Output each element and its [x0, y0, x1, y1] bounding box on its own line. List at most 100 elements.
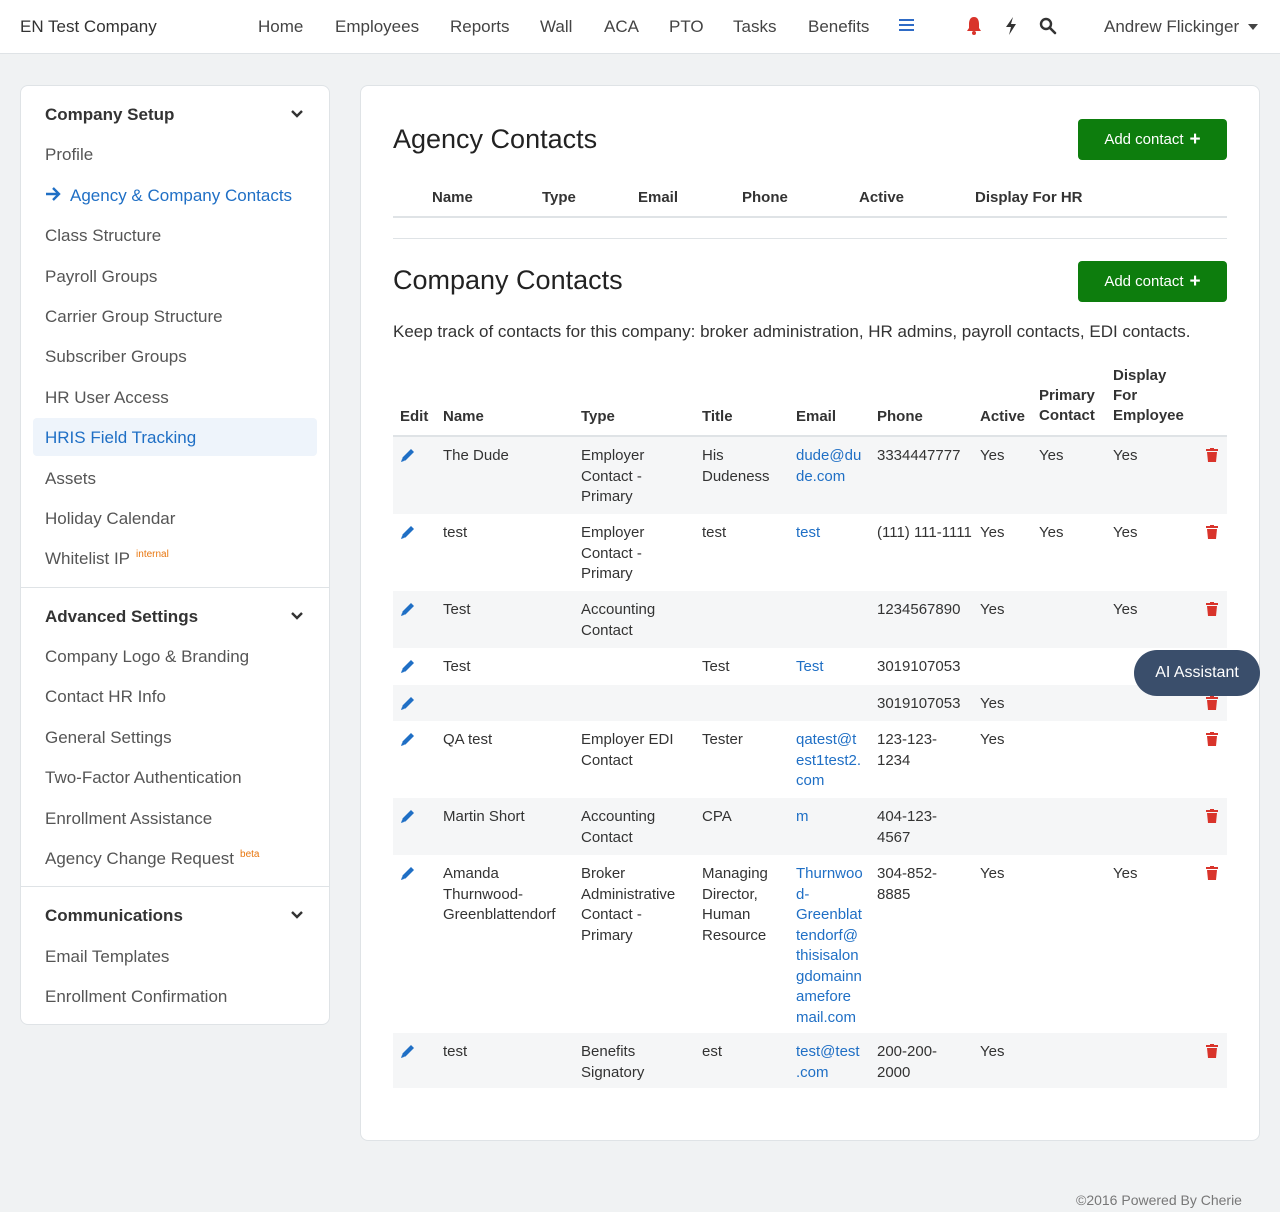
cell-name: Test — [443, 657, 471, 678]
pencil-icon[interactable] — [400, 524, 416, 540]
pencil-icon[interactable] — [400, 731, 416, 747]
pencil-icon[interactable] — [400, 658, 416, 674]
header-active[interactable]: Active — [980, 407, 1025, 427]
header-title[interactable]: Title — [702, 407, 733, 427]
add-company-contact-button[interactable]: Add contact + — [1078, 261, 1227, 302]
pencil-icon[interactable] — [400, 1043, 416, 1059]
trash-icon[interactable] — [1206, 448, 1218, 462]
sidebar-item-company-logo-branding[interactable]: Company Logo & Branding — [45, 647, 249, 667]
sidebar-item-assets[interactable]: Assets — [45, 469, 96, 489]
cell-name: Test — [443, 600, 471, 621]
cell-line: com — [796, 772, 825, 789]
cell-primary-contact: Yes — [1039, 524, 1064, 541]
cell-active: Yes — [980, 447, 1005, 464]
trash-icon[interactable] — [1206, 525, 1218, 539]
cell-line: thisisalon — [796, 947, 859, 964]
trash-icon[interactable] — [1206, 809, 1218, 823]
trash-icon[interactable] — [1206, 866, 1218, 880]
agency-header-phone[interactable]: Phone — [742, 188, 788, 208]
trash-icon[interactable] — [1206, 1044, 1218, 1058]
sidebar-item-carrier-group-structure[interactable]: Carrier Group Structure — [45, 307, 223, 327]
cell-type: Employer Contact - Primary — [581, 446, 644, 508]
sidebar-item-two-factor-authentication[interactable]: Two-Factor Authentication — [45, 768, 242, 788]
trash-icon[interactable] — [1206, 602, 1218, 616]
cell-email[interactable]: dude@du de.com — [796, 446, 861, 487]
pencil-icon[interactable] — [400, 808, 416, 824]
header-email[interactable]: Email — [796, 407, 836, 427]
top-nav: EN Test Company Home Employees Reports W… — [0, 0, 1280, 54]
section-advanced-settings[interactable]: Advanced Settings — [45, 607, 198, 627]
nav-pto[interactable]: PTO — [669, 17, 704, 37]
add-agency-contact-button[interactable]: Add contact + — [1078, 119, 1227, 160]
caret-down-icon[interactable] — [1248, 24, 1258, 30]
search-icon[interactable] — [1039, 16, 1057, 36]
pencil-icon[interactable] — [400, 447, 416, 463]
ai-assistant-button[interactable]: AI Assistant — [1134, 650, 1260, 696]
nav-home[interactable]: Home — [258, 17, 303, 37]
header-name[interactable]: Name — [443, 407, 484, 427]
sidebar-item-agency-company-contacts[interactable]: Agency & Company Contacts — [70, 186, 292, 206]
trash-icon[interactable] — [1206, 732, 1218, 746]
cell-line: est1test2. — [796, 751, 862, 769]
cell-email[interactable]: Thurnwoo d- Greenblat tendorf@ thisisalon gdo… — [796, 864, 863, 1028]
cell-line: Contact — [581, 621, 633, 639]
cell-display-for-employee: Yes — [1113, 601, 1138, 618]
cell-line: gdomainn — [796, 967, 862, 985]
chevron-down-icon[interactable] — [291, 110, 303, 118]
menu-icon[interactable] — [899, 19, 914, 33]
sidebar-item-hr-user-access[interactable]: HR User Access — [45, 388, 169, 408]
sidebar-item-email-templates[interactable]: Email Templates — [45, 947, 169, 967]
pencil-icon[interactable] — [400, 865, 416, 881]
cell-email[interactable]: test — [796, 523, 820, 544]
header-primary-contact[interactable]: Primary Contact — [1039, 386, 1095, 426]
header-line: Contact — [1039, 407, 1095, 424]
header-type[interactable]: Type — [581, 407, 615, 427]
sidebar-item-class-structure[interactable]: Class Structure — [45, 226, 161, 246]
footer-credit: ©2016 Powered By Cherie — [1076, 1192, 1242, 1208]
nav-employees[interactable]: Employees — [335, 17, 419, 37]
sidebar-item-enrollment-confirmation[interactable]: Enrollment Confirmation — [45, 987, 227, 1007]
sidebar-item-enrollment-assistance[interactable]: Enrollment Assistance — [45, 809, 212, 829]
sidebar-item-subscriber-groups[interactable]: Subscriber Groups — [45, 347, 187, 367]
sidebar-item-contact-hr-info[interactable]: Contact HR Info — [45, 687, 166, 707]
header-display-for-employee[interactable]: Display For Employee — [1113, 366, 1184, 426]
sidebar-item-agency-change-request[interactable]: Agency Change Request beta — [45, 849, 260, 869]
cell-email[interactable]: test@test .com — [796, 1042, 860, 1083]
nav-aca[interactable]: ACA — [604, 17, 639, 37]
sidebar-item-general-settings[interactable]: General Settings — [45, 728, 172, 748]
agency-header-type[interactable]: Type — [542, 188, 576, 208]
chevron-down-icon[interactable] — [291, 612, 303, 620]
agency-header-email[interactable]: Email — [638, 188, 678, 208]
bell-icon[interactable] — [965, 16, 983, 36]
sidebar-item-hris-field-tracking[interactable]: HRIS Field Tracking — [45, 428, 196, 448]
cell-email[interactable]: qatest@t est1test2. com — [796, 730, 861, 792]
pencil-icon[interactable] — [400, 601, 416, 617]
chevron-down-icon[interactable] — [291, 911, 303, 919]
table-header-rule — [393, 216, 1227, 218]
agency-header-display-for-hr[interactable]: Display For HR — [975, 188, 1083, 208]
cell-phone: 404-123- 4567 — [877, 807, 937, 848]
header-edit[interactable]: Edit — [400, 407, 428, 427]
section-company-setup[interactable]: Company Setup — [45, 105, 174, 125]
lightning-icon[interactable] — [1002, 16, 1020, 36]
nav-reports[interactable]: Reports — [450, 17, 510, 37]
sidebar-item-holiday-calendar[interactable]: Holiday Calendar — [45, 509, 175, 529]
nav-tasks[interactable]: Tasks — [733, 17, 776, 37]
trash-icon[interactable] — [1206, 696, 1218, 710]
sidebar-item-payroll-groups[interactable]: Payroll Groups — [45, 267, 157, 287]
nav-benefits[interactable]: Benefits — [808, 17, 869, 37]
cell-line: 8885 — [877, 885, 911, 903]
cell-line: dude@du — [796, 447, 862, 464]
sidebar-item-profile[interactable]: Profile — [45, 145, 93, 165]
cell-email[interactable]: m — [796, 807, 809, 828]
sidebar-item-whitelist-ip[interactable]: Whitelist IP internal — [45, 549, 169, 569]
section-communications[interactable]: Communications — [45, 906, 183, 926]
agency-header-active[interactable]: Active — [859, 188, 904, 208]
agency-header-name[interactable]: Name — [432, 188, 473, 208]
pencil-icon[interactable] — [400, 695, 416, 711]
company-name[interactable]: EN Test Company — [20, 17, 157, 37]
user-menu[interactable]: Andrew Flickinger — [1104, 17, 1239, 37]
header-phone[interactable]: Phone — [877, 407, 923, 427]
nav-wall[interactable]: Wall — [540, 17, 572, 37]
cell-email[interactable]: Test — [796, 657, 824, 678]
